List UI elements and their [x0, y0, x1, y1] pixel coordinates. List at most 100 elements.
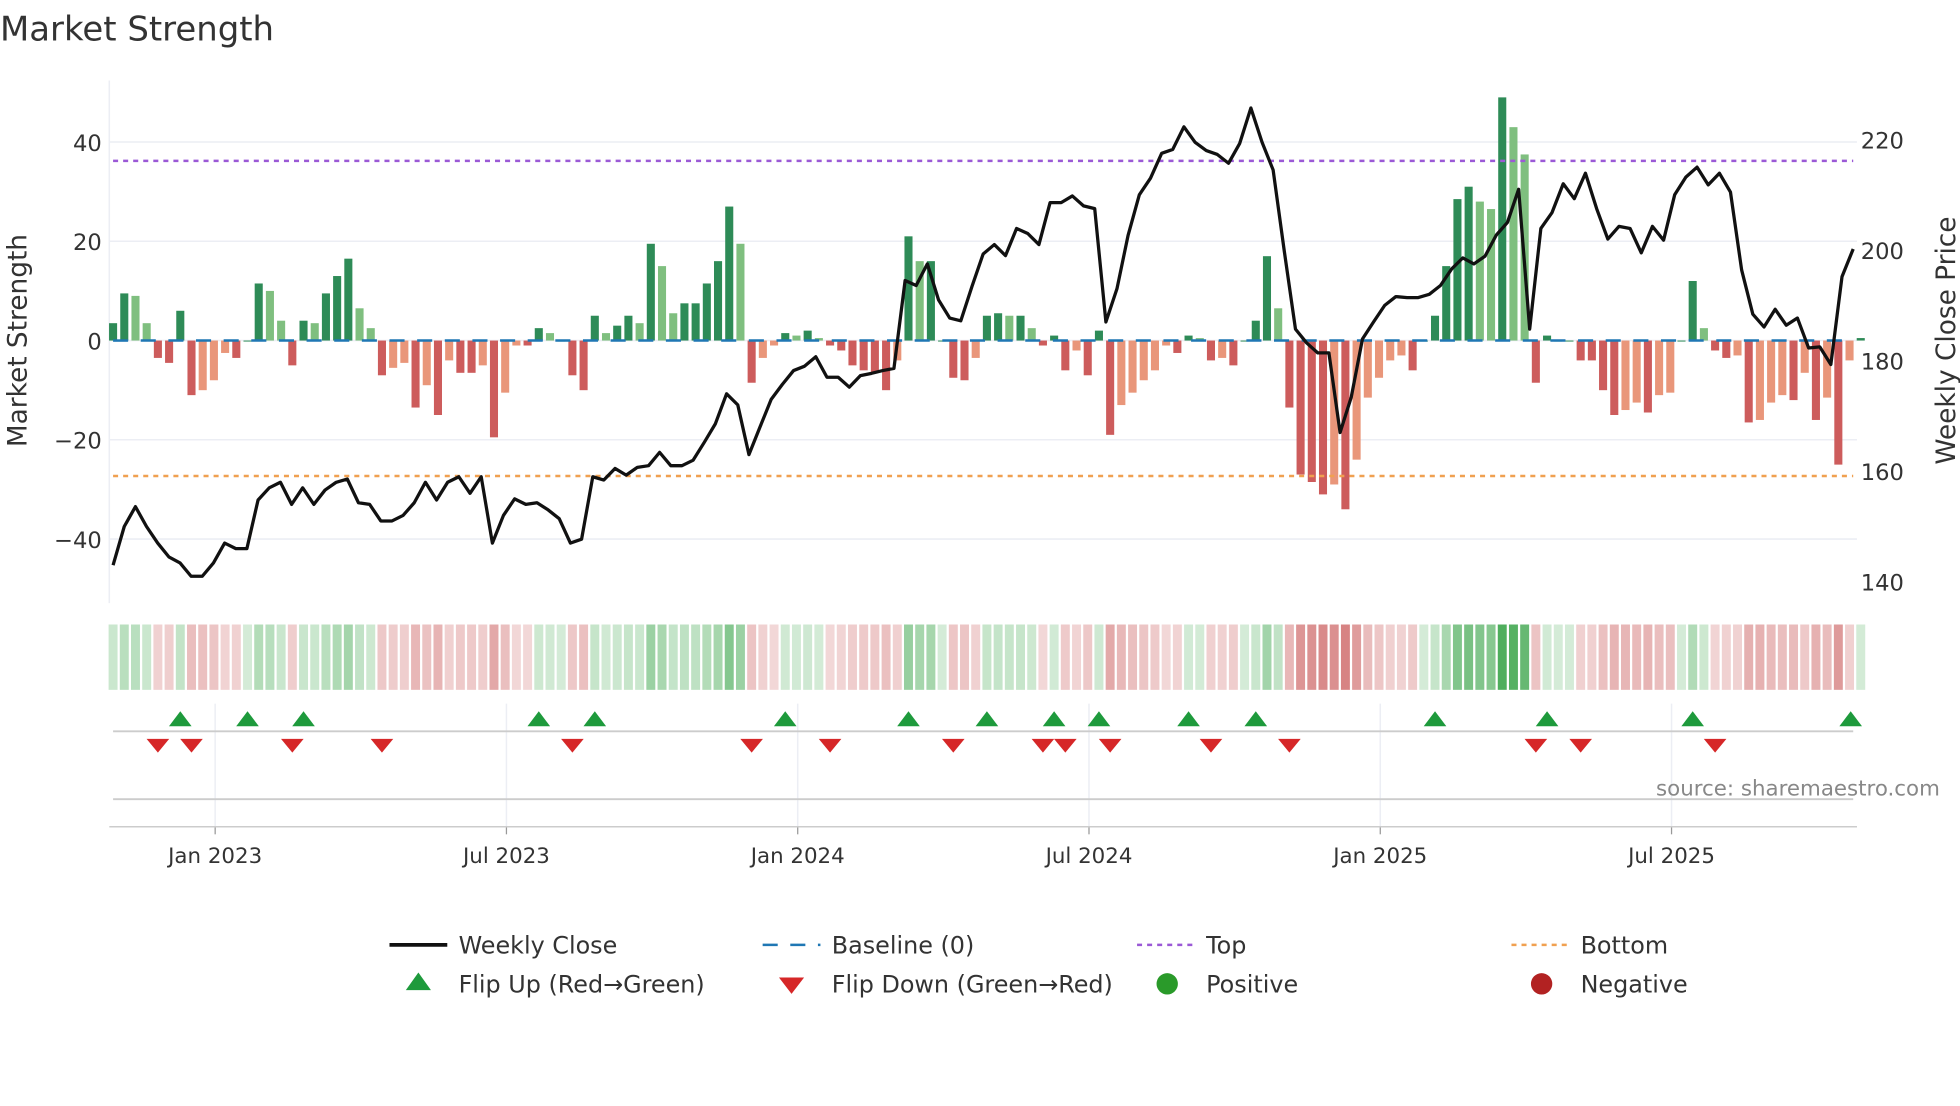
heat-strip-cell — [747, 624, 757, 690]
heat-strip-cell — [142, 624, 152, 690]
flip-up-marker — [773, 711, 797, 727]
heat-strip-cell — [1755, 624, 1765, 690]
heat-strip-cell — [1161, 624, 1171, 690]
strength-bar — [1139, 340, 1148, 381]
strength-bar — [1274, 308, 1283, 341]
strength-bar — [411, 340, 420, 408]
strength-bar — [1509, 127, 1518, 341]
strength-bar — [601, 333, 611, 341]
flip-up-marker — [1839, 711, 1862, 727]
strength-bar — [1296, 340, 1305, 475]
strength-bar — [1397, 340, 1406, 356]
strength-bar — [1094, 330, 1103, 341]
heat-strip-cell — [1172, 624, 1182, 690]
heat-strip-cell — [1206, 624, 1216, 690]
strength-bar — [1072, 340, 1081, 351]
heat-strip-cell — [1822, 624, 1832, 690]
strength-bar — [1262, 256, 1272, 341]
strength-bar — [310, 323, 319, 341]
heat-strip-cell — [1464, 624, 1474, 690]
heat-strip-cell — [993, 624, 1003, 690]
strength-bar — [501, 340, 510, 393]
heat-strip-cell — [1620, 624, 1630, 690]
heat-strip-cell — [1105, 624, 1115, 690]
heat-strip-cell — [1396, 624, 1406, 690]
flip-up-marker — [1177, 711, 1200, 727]
flip-down-marker — [1031, 738, 1055, 753]
heat-strip-cell — [1766, 624, 1776, 690]
heat-strip-cell — [960, 624, 969, 690]
flip-up-marker — [583, 711, 607, 727]
strength-bar — [882, 340, 891, 391]
heat-strip-cell — [1027, 624, 1037, 690]
y-tick-label: −40 — [54, 528, 102, 554]
heat-strip-cell — [175, 624, 185, 690]
heat-strip-cell — [1094, 624, 1104, 690]
strength-bar — [1128, 340, 1137, 393]
heat-strip-cell — [579, 624, 589, 690]
strength-bar — [725, 206, 734, 341]
heat-strip-cell — [511, 624, 521, 690]
flip-up-marker — [1042, 711, 1066, 727]
strength-bar — [109, 323, 118, 341]
strength-bar — [254, 283, 263, 341]
strength-bar — [489, 340, 499, 438]
heat-strip-cell — [1273, 624, 1283, 690]
strength-bar — [1531, 340, 1540, 383]
strength-bar — [1386, 340, 1395, 361]
heat-strip-cell — [1744, 624, 1754, 690]
strength-bar — [1016, 315, 1025, 341]
y-tick-label: −20 — [54, 429, 102, 455]
source-note: source: sharemaestro.com — [1656, 776, 1940, 801]
heat-strip-cell — [1486, 624, 1496, 690]
heat-strip-cell — [1184, 624, 1194, 690]
heat-strip-cell — [1643, 624, 1653, 690]
heat-strip-cell — [489, 624, 499, 690]
legend-label: Negative — [1581, 971, 1688, 999]
strength-bar — [534, 328, 543, 341]
strength-bar — [1374, 340, 1384, 378]
heat-strip-cell — [971, 624, 981, 690]
heat-strip-cell — [399, 624, 409, 690]
heat-strip-cell — [187, 624, 196, 690]
flip-down-marker — [818, 738, 842, 753]
heat-strip-cell — [500, 624, 510, 690]
heat-strip-cell — [780, 624, 790, 690]
strength-bar — [209, 340, 218, 381]
heat-strip-cell — [108, 624, 118, 690]
heat-strip-cell — [937, 624, 947, 690]
strength-bar — [299, 320, 308, 341]
heat-strip-cell — [209, 624, 219, 690]
heat-strip-cell — [1665, 624, 1675, 690]
heat-strip-cell — [1385, 624, 1395, 690]
strength-bar — [1543, 335, 1552, 341]
y2-tick-label: 180 — [1861, 349, 1904, 375]
strength-bar — [1733, 340, 1742, 356]
y2-tick-label: 220 — [1861, 128, 1904, 154]
strength-bar — [1767, 340, 1776, 403]
heat-strip-cell — [1777, 624, 1787, 690]
strength-bar — [747, 340, 756, 383]
flip-up-marker — [527, 711, 551, 727]
heat-strip-cell — [814, 624, 824, 690]
heat-strip-cell — [612, 624, 622, 690]
heat-strip-cell — [1542, 624, 1552, 690]
market-strength-chart: Market Strength Market Strength Weekly C… — [0, 9, 1960, 999]
heat-strip-cell — [1587, 624, 1597, 690]
strength-bar — [1621, 340, 1630, 411]
strength-bar — [870, 340, 879, 373]
heat-strip-cell — [545, 624, 555, 690]
strength-bar — [1677, 340, 1686, 342]
heat-strip-cell — [1318, 624, 1328, 690]
heat-strip-cell — [321, 624, 331, 690]
flip-down-marker — [370, 738, 394, 753]
heat-strip-cell — [791, 624, 801, 690]
heat-strip-cell — [1564, 624, 1574, 690]
flip-up-marker — [1535, 711, 1559, 727]
heat-strip-cell — [1441, 624, 1451, 690]
heat-strip-cell — [657, 624, 667, 690]
heat-strip-cell — [948, 624, 958, 690]
strength-bar — [389, 340, 398, 368]
strength-bar — [1117, 340, 1126, 406]
y2-tick-label: 160 — [1861, 460, 1904, 486]
